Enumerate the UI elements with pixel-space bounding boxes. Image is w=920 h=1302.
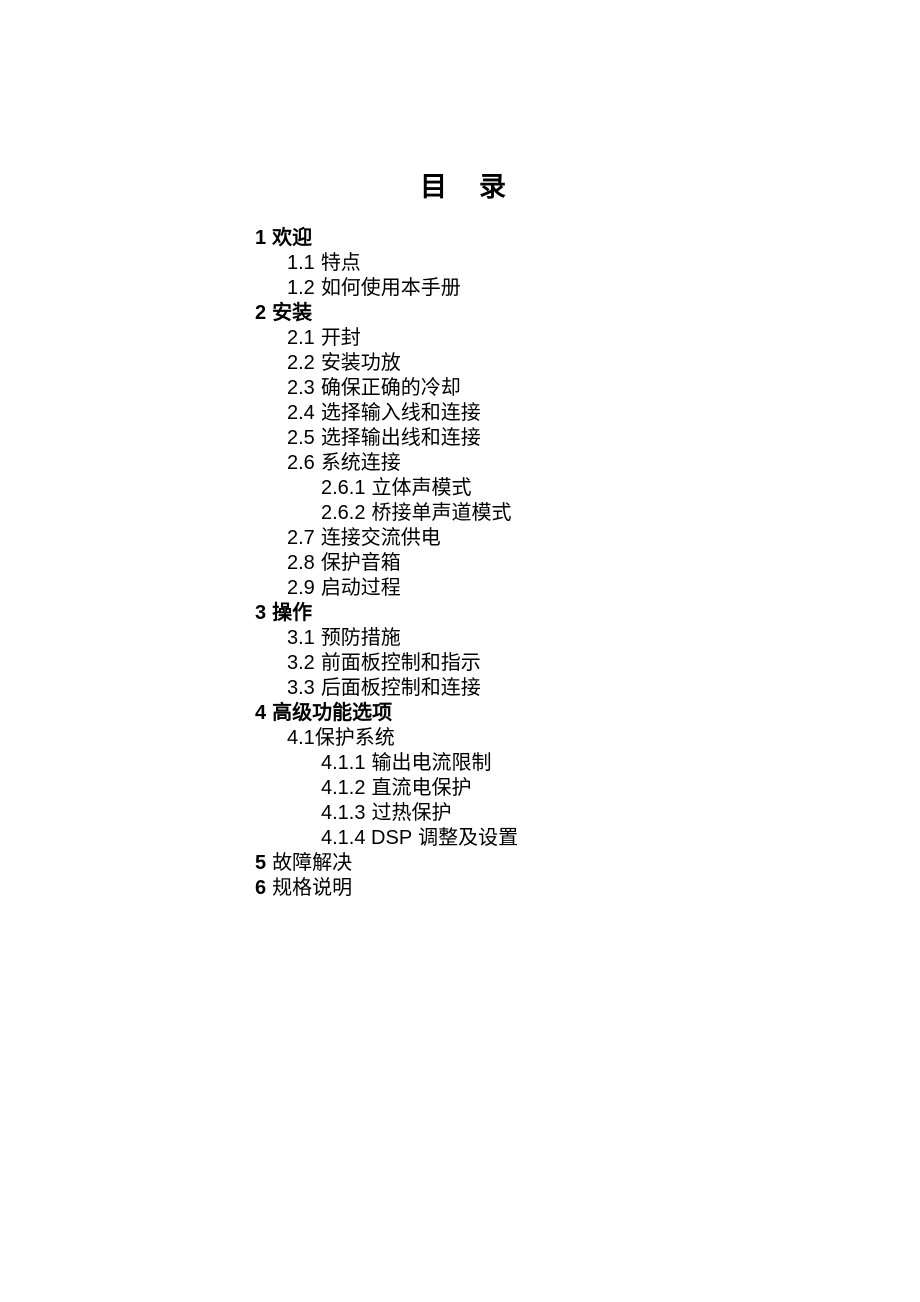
toc-entry-number: 4.1.2 [321,777,365,799]
toc-entry-text: 欢迎 [272,227,312,249]
toc-entry-number: 2.2 [287,352,315,374]
toc-entry: 3.3 后面板控制和连接 [255,676,920,700]
toc-entry: 5 故障解决 [255,851,920,875]
toc-entry: 1 欢迎 [255,226,920,250]
toc-entry-text: 连接交流供电 [321,527,441,549]
toc-entry: 2.7 连接交流供电 [255,526,920,550]
toc-entry-text: 如何使用本手册 [321,277,461,299]
toc-entry-text: 安装 [272,302,312,324]
toc-entry: 2.5 选择输出线和连接 [255,426,920,450]
toc-entry-number: 2 [255,302,266,324]
toc-entry-text: 输出电流限制 [371,752,491,774]
toc-entry-number: 2.8 [287,552,315,574]
toc-entry-text: 直流电保护 [371,777,471,799]
table-of-contents: 1 欢迎 1.1 特点 1.2 如何使用本手册 2 安装 2.1 开封 2.2 安装功放 2.3 确保正确… [255,226,920,900]
toc-entry-text: 高级功能选项 [272,702,392,724]
toc-entry-text: 操作 [272,602,312,624]
toc-entry-text: 选择输入线和连接 [321,402,481,424]
toc-entry: 4.1.1 输出电流限制 [255,751,920,775]
toc-entry: 2.8 保护音箱 [255,551,920,575]
toc-entry: 1.1 特点 [255,251,920,275]
toc-entry: 4 高级功能选项 [255,701,920,725]
toc-entry-text: 启动过程 [321,577,401,599]
toc-entry: 3.1 预防措施 [255,626,920,650]
toc-entry-text: 保护音箱 [321,552,401,574]
toc-entry-text: 系统连接 [321,452,401,474]
toc-entry-number: 4.1.3 [321,802,365,824]
toc-entry: 2.6.1 立体声模式 [255,476,920,500]
toc-entry-number: 4 [255,702,266,724]
toc-entry-text: 立体声模式 [371,477,471,499]
document-page: 目录 1 欢迎 1.1 特点 1.2 如何使用本手册 2 安装 2.1 开封 2.2 安装功放 2.3 确… [0,0,920,900]
toc-entry-number: 1.2 [287,277,315,299]
toc-entry-number: 3.1 [287,627,315,649]
toc-entry: 4.1.3 过热保护 [255,801,920,825]
toc-entry-text: 开封 [321,327,361,349]
toc-entry-text: 故障解决 [272,852,352,874]
toc-entry-text: 规格说明 [272,877,352,899]
toc-entry-text: 过热保护 [371,802,451,824]
toc-entry-text: 后面板控制和连接 [321,677,481,699]
toc-entry: 2.4 选择输入线和连接 [255,401,920,425]
toc-entry-number: 2.1 [287,327,315,349]
toc-entry-text: 安装功放 [321,352,401,374]
toc-entry-text: 确保正确的冷却 [321,377,461,399]
toc-entry: 6 规格说明 [255,876,920,900]
toc-entry: 2.2 安装功放 [255,351,920,375]
toc-entry: 1.2 如何使用本手册 [255,276,920,300]
toc-entry-number: 2.4 [287,402,315,424]
toc-entry-number: 2.6.1 [321,477,365,499]
toc-entry: 2.6 系统连接 [255,451,920,475]
toc-entry-text: 预防措施 [321,627,401,649]
toc-entry-number: 3.2 [287,652,315,674]
toc-entry-text: 特点 [321,252,361,274]
toc-entry: 3.2 前面板控制和指示 [255,651,920,675]
toc-entry-text: 调整及设置 [418,827,518,849]
toc-entry-text: 前面板控制和指示 [321,652,481,674]
toc-entry: 2.9 启动过程 [255,576,920,600]
toc-entry-number: 2.6.2 [321,502,365,524]
toc-entry-number: 4.1.1 [321,752,365,774]
toc-entry-number: 6 [255,877,266,899]
toc-entry-text: 选择输出线和连接 [321,427,481,449]
toc-entry-number: 3 [255,602,266,624]
toc-entry-number: 5 [255,852,266,874]
toc-entry: 2.1 开封 [255,326,920,350]
toc-entry: 2.6.2 桥接单声道模式 [255,501,920,525]
toc-entry-number: 1.1 [287,252,315,274]
toc-entry: 4.1保护系统 [255,726,920,750]
toc-entry-number: 2.3 [287,377,315,399]
toc-entry-number: 2.9 [287,577,315,599]
toc-entry-number: 4.1.4 DSP [321,827,412,849]
toc-entry-number: 2.6 [287,452,315,474]
toc-entry-text: 保护系统 [315,727,395,749]
toc-entry: 2.3 确保正确的冷却 [255,376,920,400]
toc-entry: 3 操作 [255,601,920,625]
toc-entry: 4.1.4 DSP 调整及设置 [255,826,920,850]
toc-entry-number: 2.5 [287,427,315,449]
toc-entry-number: 3.3 [287,677,315,699]
toc-entry-text: 桥接单声道模式 [371,502,511,524]
toc-entry: 2 安装 [255,301,920,325]
toc-entry-number: 4.1 [287,727,315,749]
toc-entry: 4.1.2 直流电保护 [255,776,920,800]
toc-entry-number: 2.7 [287,527,315,549]
toc-entry-number: 1 [255,227,266,249]
page-title: 目录 [420,165,920,204]
